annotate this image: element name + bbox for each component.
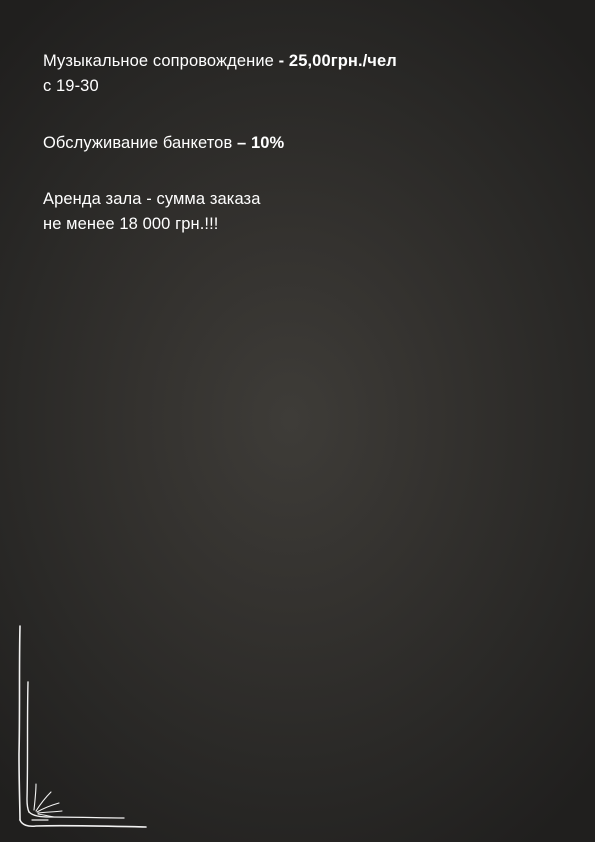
music-price: - 25,00грн./чел — [273, 52, 397, 70]
service-price: – 10% — [232, 134, 285, 152]
service-section: Обслуживание банкетов – 10% — [43, 131, 284, 156]
music-line: Музыкальное сопровождение - 25,00грн./че… — [43, 49, 397, 74]
menu-page: Музыкальное сопровождение - 25,00грн./че… — [0, 0, 595, 842]
service-line: Обслуживание банкетов – 10% — [43, 131, 284, 156]
rent-section: Аренда зала - сумма заказа не менее 18 0… — [43, 187, 261, 237]
corner-ornament-icon — [18, 625, 147, 828]
music-section: Музыкальное сопровождение - 25,00грн./че… — [43, 49, 397, 99]
service-label: Обслуживание банкетов — [43, 134, 233, 152]
rent-line-1: Аренда зала - сумма заказа — [43, 190, 261, 208]
rent-line-2: не менее 18 000 грн.!!! — [43, 215, 219, 233]
music-label: Музыкальное сопровождение — [43, 52, 274, 70]
music-time: с 19-30 — [43, 77, 99, 95]
